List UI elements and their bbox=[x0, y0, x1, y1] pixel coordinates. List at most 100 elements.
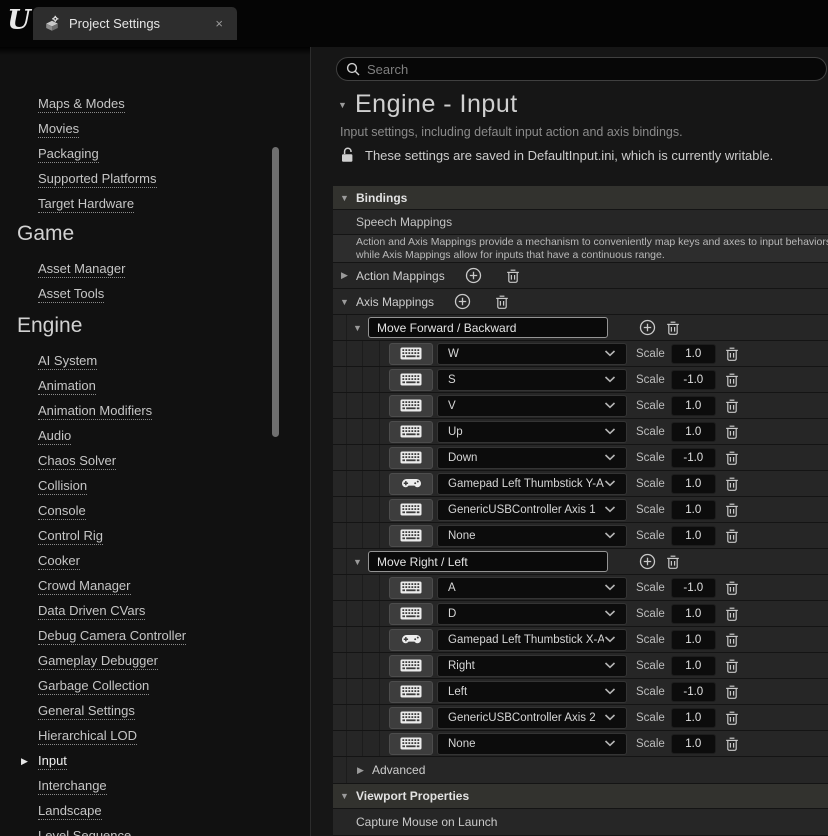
sidebar-item-animation-modifiers[interactable]: ▶ Animation Modifiers bbox=[38, 399, 152, 424]
add-mapping-button[interactable] bbox=[639, 319, 656, 336]
key-select[interactable]: A bbox=[437, 577, 627, 599]
scale-value-input[interactable]: 1.0 bbox=[671, 708, 716, 728]
sidebar-scrollbar[interactable] bbox=[272, 147, 279, 437]
key-select[interactable]: Gamepad Left Thumbstick X-Axis bbox=[437, 629, 627, 651]
key-select[interactable]: Right bbox=[437, 655, 627, 677]
key-select[interactable]: Gamepad Left Thumbstick Y-Axis bbox=[437, 473, 627, 495]
keyboard-device-button[interactable] bbox=[389, 655, 433, 677]
sidebar-item-debug-camera-controller[interactable]: ▶ Debug Camera Controller bbox=[38, 624, 186, 649]
keyboard-device-button[interactable] bbox=[389, 681, 433, 703]
key-select[interactable]: None bbox=[437, 733, 627, 755]
sidebar-item-animation[interactable]: ▶ Animation bbox=[38, 374, 96, 399]
collapse-arrow-icon[interactable]: ▼ bbox=[353, 323, 362, 333]
scale-value-input[interactable]: -1.0 bbox=[671, 370, 716, 390]
delete-binding-button[interactable] bbox=[725, 398, 739, 414]
delete-binding-button[interactable] bbox=[725, 580, 739, 596]
capture-mouse-row[interactable]: Capture Mouse on Launch bbox=[333, 809, 828, 836]
sidebar-item-console[interactable]: ▶ Console bbox=[38, 499, 86, 524]
delete-binding-button[interactable] bbox=[725, 346, 739, 362]
sidebar-item-asset-manager[interactable]: ▶ Asset Manager bbox=[38, 257, 125, 282]
sidebar-item-control-rig[interactable]: ▶ Control Rig bbox=[38, 524, 103, 549]
delete-binding-button[interactable] bbox=[725, 632, 739, 648]
key-select[interactable]: Left bbox=[437, 681, 627, 703]
collapse-arrow-icon[interactable]: ▼ bbox=[340, 297, 349, 307]
delete-binding-button[interactable] bbox=[725, 684, 739, 700]
scale-value-input[interactable]: -1.0 bbox=[671, 682, 716, 702]
sidebar-item-movies[interactable]: ▶ Movies bbox=[38, 117, 79, 142]
expander-arrow-icon[interactable]: ▶ bbox=[21, 756, 28, 767]
scale-value-input[interactable]: 1.0 bbox=[671, 630, 716, 650]
search-input[interactable]: Search bbox=[336, 57, 827, 81]
keyboard-device-button[interactable] bbox=[389, 525, 433, 547]
sidebar-item-hierarchical-lod[interactable]: ▶ Hierarchical LOD bbox=[38, 724, 137, 749]
keyboard-device-button[interactable] bbox=[389, 421, 433, 443]
scale-value-input[interactable]: 1.0 bbox=[671, 500, 716, 520]
section-collapse-icon[interactable]: ▼ bbox=[338, 100, 347, 110]
sidebar-item-chaos-solver[interactable]: ▶ Chaos Solver bbox=[38, 449, 116, 474]
sidebar-item-data-driven-cvars[interactable]: ▶ Data Driven CVars bbox=[38, 599, 145, 624]
bindings-section-header[interactable]: ▼ Bindings bbox=[333, 186, 828, 210]
delete-binding-button[interactable] bbox=[725, 736, 739, 752]
add-mapping-button[interactable] bbox=[639, 553, 656, 570]
sidebar-item-level-sequence[interactable]: ▶ Level Sequence bbox=[38, 824, 131, 836]
scale-value-input[interactable]: -1.0 bbox=[671, 448, 716, 468]
key-select[interactable]: GenericUSBController Axis 2 bbox=[437, 707, 627, 729]
keyboard-device-button[interactable] bbox=[389, 707, 433, 729]
gamepad-device-button[interactable] bbox=[389, 473, 433, 495]
sidebar-item-asset-tools[interactable]: ▶ Asset Tools bbox=[38, 282, 104, 307]
keyboard-device-button[interactable] bbox=[389, 577, 433, 599]
sidebar-item-landscape[interactable]: ▶ Landscape bbox=[38, 799, 102, 824]
sidebar-item-general-settings[interactable]: ▶ General Settings bbox=[38, 699, 135, 724]
sidebar-item-input[interactable]: ▶ Input bbox=[38, 749, 67, 774]
add-axis-mapping-button[interactable] bbox=[454, 293, 471, 310]
scale-value-input[interactable]: 1.0 bbox=[671, 474, 716, 494]
keyboard-device-button[interactable] bbox=[389, 499, 433, 521]
tab-project-settings[interactable]: Project Settings × bbox=[33, 7, 237, 40]
delete-binding-button[interactable] bbox=[725, 606, 739, 622]
key-select[interactable]: S bbox=[437, 369, 627, 391]
speech-mappings-row[interactable]: Speech Mappings bbox=[333, 210, 828, 235]
scale-value-input[interactable]: -1.0 bbox=[671, 578, 716, 598]
keyboard-device-button[interactable] bbox=[389, 733, 433, 755]
key-select[interactable]: None bbox=[437, 525, 627, 547]
expand-arrow-icon[interactable]: ▶ bbox=[340, 270, 349, 281]
sidebar-item-target-hardware[interactable]: ▶ Target Hardware bbox=[38, 192, 134, 217]
scale-value-input[interactable]: 1.0 bbox=[671, 396, 716, 416]
delete-binding-button[interactable] bbox=[725, 372, 739, 388]
expand-arrow-icon[interactable]: ▶ bbox=[356, 765, 365, 776]
viewport-properties-header[interactable]: ▼ Viewport Properties bbox=[333, 784, 828, 809]
sidebar-item-interchange[interactable]: ▶ Interchange bbox=[38, 774, 107, 799]
delete-binding-button[interactable] bbox=[725, 528, 739, 544]
key-select[interactable]: D bbox=[437, 603, 627, 625]
delete-binding-button[interactable] bbox=[725, 450, 739, 466]
mapping-name-input[interactable] bbox=[368, 317, 608, 338]
delete-mapping-button[interactable] bbox=[666, 320, 680, 336]
sidebar-item-packaging[interactable]: ▶ Packaging bbox=[38, 142, 99, 167]
delete-action-mappings-button[interactable] bbox=[506, 268, 520, 284]
key-select[interactable]: V bbox=[437, 395, 627, 417]
sidebar-item-garbage-collection[interactable]: ▶ Garbage Collection bbox=[38, 674, 149, 699]
delete-binding-button[interactable] bbox=[725, 502, 739, 518]
scale-value-input[interactable]: 1.0 bbox=[671, 656, 716, 676]
add-action-mapping-button[interactable] bbox=[465, 267, 482, 284]
gamepad-device-button[interactable] bbox=[389, 629, 433, 651]
sidebar-item-ai-system[interactable]: ▶ AI System bbox=[38, 349, 97, 374]
keyboard-device-button[interactable] bbox=[389, 369, 433, 391]
delete-mapping-button[interactable] bbox=[666, 554, 680, 570]
keyboard-device-button[interactable] bbox=[389, 603, 433, 625]
scale-value-input[interactable]: 1.0 bbox=[671, 734, 716, 754]
sidebar-item-supported-platforms[interactable]: ▶ Supported Platforms bbox=[38, 167, 157, 192]
delete-binding-button[interactable] bbox=[725, 710, 739, 726]
sidebar-item-cooker[interactable]: ▶ Cooker bbox=[38, 549, 80, 574]
keyboard-device-button[interactable] bbox=[389, 395, 433, 417]
delete-binding-button[interactable] bbox=[725, 476, 739, 492]
key-select[interactable]: Down bbox=[437, 447, 627, 469]
collapse-arrow-icon[interactable]: ▼ bbox=[353, 557, 362, 567]
delete-axis-mappings-button[interactable] bbox=[495, 294, 509, 310]
keyboard-device-button[interactable] bbox=[389, 447, 433, 469]
sidebar-item-audio[interactable]: ▶ Audio bbox=[38, 424, 71, 449]
scale-value-input[interactable]: 1.0 bbox=[671, 526, 716, 546]
sidebar-item-collision[interactable]: ▶ Collision bbox=[38, 474, 87, 499]
advanced-row[interactable]: ▶ Advanced bbox=[333, 757, 828, 784]
sidebar-item-maps-modes[interactable]: ▶ Maps & Modes bbox=[38, 92, 125, 117]
